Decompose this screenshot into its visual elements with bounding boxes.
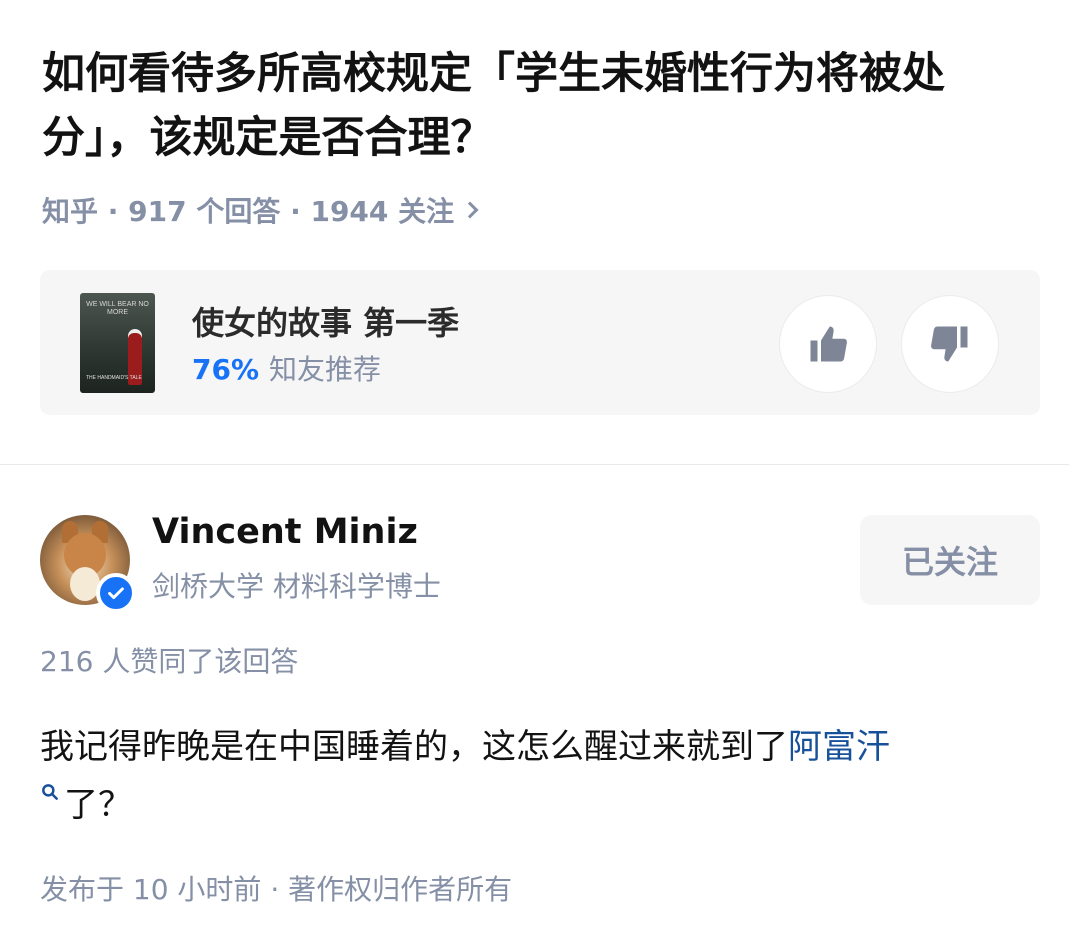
section-divider [0, 464, 1069, 465]
thumbs-up-button[interactable] [779, 295, 877, 393]
search-icon[interactable] [40, 782, 60, 802]
question-meta-text: 知乎 · 917 个回答 · 1944 关注 [42, 195, 455, 228]
thumbs-down-button[interactable] [901, 295, 999, 393]
answer-text-before: 我记得昨晚是在中国睡着的，这怎么醒过来就到了 [40, 727, 788, 767]
agree-count: 216 人赞同了该回答 [40, 645, 299, 678]
publish-info: 发布于 10 小时前 · 著作权归作者所有 [40, 873, 513, 906]
answer-body[interactable]: 我记得昨晚是在中国睡着的，这怎么醒过来就到了阿富汗了？ [40, 718, 1050, 834]
rating-percent: 76% [192, 353, 260, 386]
question-meta[interactable]: 知乎 · 917 个回答 · 1944 关注 [42, 190, 479, 230]
verified-badge-icon [96, 573, 136, 613]
checkmark-icon [108, 587, 124, 600]
author-name[interactable]: Vincent Miniz [152, 512, 418, 552]
answer-text-after: 了？ [64, 785, 132, 825]
show-poster[interactable]: WE WILL BEAR NO MORE THE HANDMAID'S TALE [80, 293, 155, 393]
poster-tagline: WE WILL BEAR NO MORE [86, 301, 149, 316]
follow-button[interactable]: 已关注 [860, 515, 1040, 605]
chevron-right-icon [461, 201, 479, 219]
show-rating: 76% 知友推荐 [192, 348, 381, 388]
show-title[interactable]: 使女的故事 第一季 [192, 298, 459, 344]
question-title[interactable]: 如何看待多所高校规定「学生未婚性行为将被处分」，该规定是否合理？ [42, 42, 1042, 170]
show-card[interactable]: WE WILL BEAR NO MORE THE HANDMAID'S TALE… [40, 270, 1040, 415]
poster-title: THE HANDMAID'S TALE [86, 375, 142, 381]
thumbs-up-icon [810, 326, 847, 362]
thumbs-down-icon [931, 326, 968, 362]
author-bio: 剑桥大学 材料科学博士 [152, 570, 441, 603]
rating-label: 知友推荐 [269, 353, 382, 386]
search-keyword-link[interactable]: 阿富汗 [788, 727, 890, 767]
